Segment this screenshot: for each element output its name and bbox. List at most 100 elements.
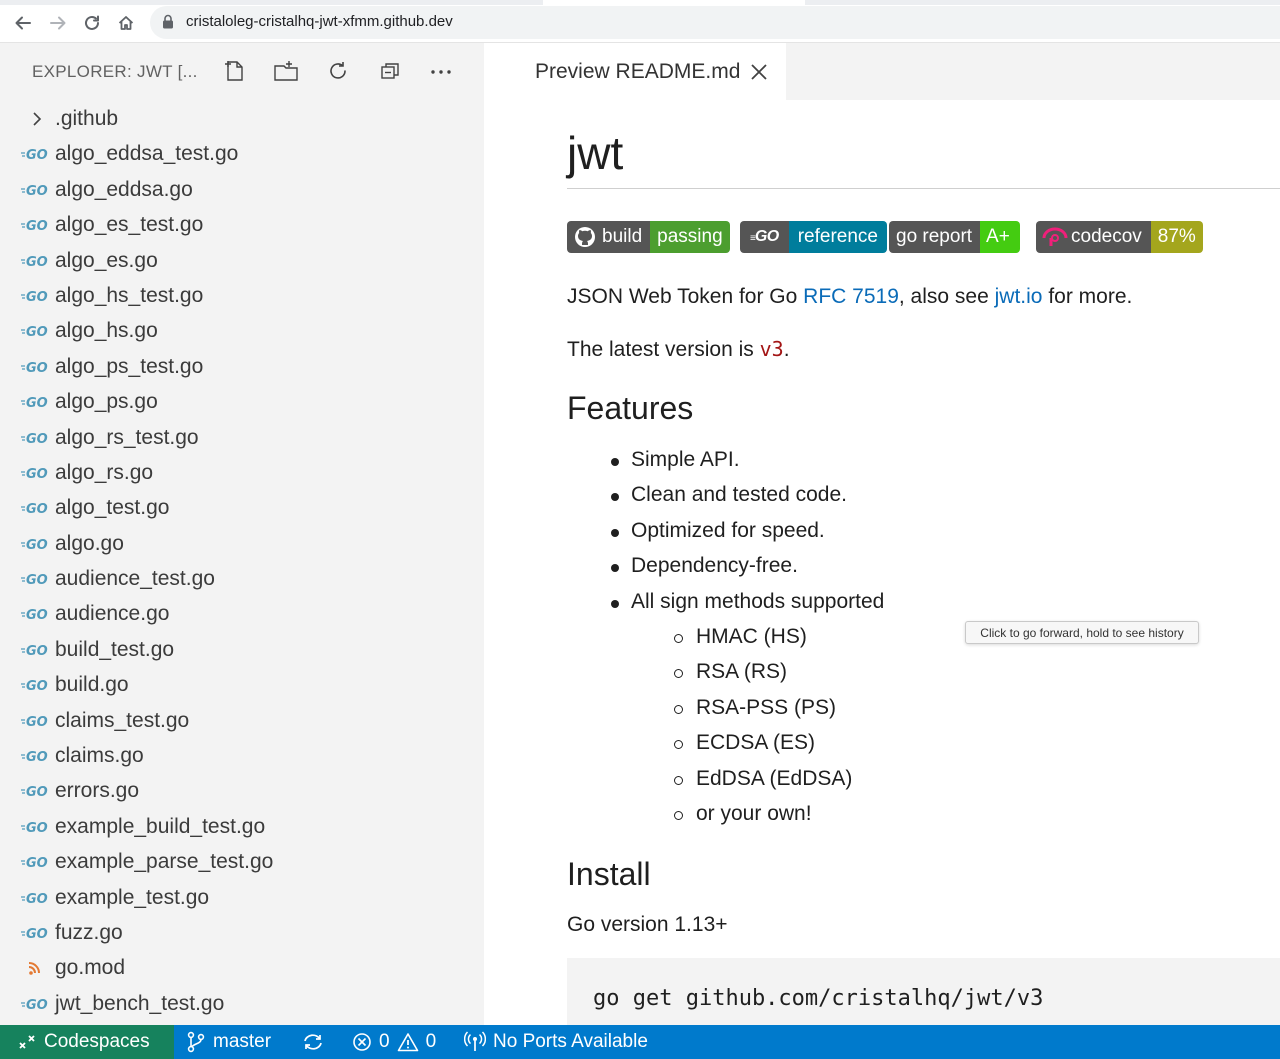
bullet-icon (611, 493, 619, 502)
svg-text:GO: GO (26, 821, 48, 836)
feature-item: Simple API. (631, 448, 740, 471)
bullet-icon (611, 458, 619, 466)
file-name[interactable]: example_test.go (55, 886, 209, 910)
file-item[interactable]: GO build_test.go (0, 632, 484, 667)
badge-label: build (602, 226, 643, 247)
file-item[interactable]: GO algo_es_test.go (0, 207, 484, 242)
file-name[interactable]: algo_hs.go (55, 319, 158, 343)
file-name[interactable]: build_test.go (55, 638, 174, 662)
more-icon[interactable] (427, 57, 455, 85)
file-item[interactable]: GO jwt_bench_test.go (0, 986, 484, 1021)
file-name[interactable]: algo_es_test.go (55, 213, 203, 237)
reload-icon[interactable] (77, 8, 107, 38)
file-item[interactable]: GO fuzz.go (0, 915, 484, 950)
sign-method-item: EdDSA (EdDSA) (696, 766, 853, 790)
file-name[interactable]: claims.go (55, 744, 144, 768)
file-name[interactable]: jwt_bench_test.go (55, 992, 224, 1016)
file-name[interactable]: go.mod (55, 956, 125, 980)
file-name[interactable]: algo_rs.go (55, 461, 153, 485)
badge-label: codecov (1071, 226, 1142, 247)
codecov-badge[interactable]: codecov 87% (1036, 221, 1203, 253)
new-folder-icon[interactable] (272, 57, 300, 85)
jwt-io-link[interactable]: jwt.io (995, 285, 1043, 308)
forward-tooltip: Click to go forward, hold to see history (965, 621, 1199, 644)
file-item[interactable]: GO example_build_test.go (0, 809, 484, 844)
new-file-icon[interactable] (221, 57, 249, 85)
svg-text:GO: GO (26, 856, 48, 871)
browser-toolbar: cristaloleg-cristalhq-jwt-xfmm.github.de… (0, 0, 1280, 43)
file-item[interactable]: GO audience_test.go (0, 561, 484, 596)
file-item[interactable]: GO build.go (0, 667, 484, 702)
file-name[interactable]: algo_hs_test.go (55, 284, 203, 308)
lock-icon[interactable] (162, 14, 174, 34)
file-item[interactable]: GO algo_ps_test.go (0, 349, 484, 384)
file-item[interactable]: GO algo_hs.go (0, 313, 484, 348)
back-icon[interactable] (8, 8, 38, 38)
file-name[interactable]: algo_test.go (55, 496, 169, 520)
file-name[interactable]: example_build_test.go (55, 815, 265, 839)
file-name[interactable]: algo_eddsa_test.go (55, 142, 238, 166)
file-name[interactable]: algo_ps_test.go (55, 355, 203, 379)
file-item[interactable]: GO algo_es.go (0, 243, 484, 278)
file-name[interactable]: audience.go (55, 602, 169, 626)
file-item[interactable]: GO audience.go (0, 596, 484, 631)
intro-text: , also see (898, 285, 995, 308)
file-name[interactable]: algo_eddsa.go (55, 178, 193, 202)
bullet-icon (611, 599, 619, 608)
file-name[interactable]: fuzz.go (55, 921, 123, 945)
file-name[interactable]: algo_es.go (55, 249, 158, 273)
tab-preview-readme[interactable]: Preview README.md (484, 43, 786, 100)
file-item[interactable]: GO algo_eddsa.go (0, 172, 484, 207)
ports-indicator[interactable]: No Ports Available (464, 1025, 648, 1059)
file-item[interactable]: GO algo_eddsa_test.go (0, 136, 484, 171)
file-name[interactable]: .github (55, 107, 118, 131)
home-icon[interactable] (111, 8, 141, 38)
sync-button[interactable] (302, 1025, 324, 1059)
file-item[interactable]: GO algo_rs_test.go (0, 420, 484, 455)
file-name[interactable]: algo_rs_test.go (55, 426, 199, 450)
file-item[interactable]: GO algo.go (0, 526, 484, 561)
file-item[interactable]: GO errors.go (0, 773, 484, 808)
badge-value: reference (788, 221, 888, 253)
build-badge[interactable]: build passing (567, 221, 730, 253)
svg-text:GO: GO (26, 927, 48, 942)
editor-tabs: Preview README.md (484, 43, 1280, 100)
file-item[interactable]: GO claims_test.go (0, 703, 484, 738)
file-name[interactable]: algo.go (55, 532, 124, 556)
collapse-all-icon[interactable] (376, 57, 404, 85)
file-item[interactable]: GO algo_rs.go (0, 455, 484, 490)
file-name[interactable]: algo_ps.go (55, 390, 158, 414)
file-name[interactable]: claims_test.go (55, 709, 189, 733)
svg-text:GO: GO (26, 644, 48, 659)
refresh-icon[interactable] (324, 57, 352, 85)
folder-item[interactable]: .github (0, 101, 484, 136)
forward-icon[interactable] (43, 8, 73, 38)
branch-indicator[interactable]: master (186, 1025, 271, 1059)
file-item[interactable]: go.mod (0, 950, 484, 985)
rfc-link[interactable]: RFC 7519 (803, 285, 899, 308)
file-name[interactable]: example_parse_test.go (55, 850, 273, 874)
tab-label[interactable]: Preview README.md (535, 60, 740, 84)
version-paragraph: The latest version is v3. (567, 337, 790, 362)
problems-indicator[interactable]: 0 0 (352, 1025, 436, 1059)
file-name[interactable]: audience_test.go (55, 567, 215, 591)
go-report-badge[interactable]: go report A+ (889, 221, 1020, 253)
editor-area: Preview README.md jwt build passing ≡GO (484, 43, 1280, 1025)
url-text[interactable]: cristaloleg-cristalhq-jwt-xfmm.github.de… (186, 13, 453, 30)
explorer-title: EXPLORER: JWT [... (32, 62, 198, 81)
go-file-icon: GO (21, 604, 51, 624)
file-name[interactable]: errors.go (55, 779, 139, 803)
file-item[interactable]: GO example_parse_test.go (0, 844, 484, 879)
file-item[interactable]: GO algo_ps.go (0, 384, 484, 419)
close-icon[interactable] (748, 61, 770, 83)
file-name[interactable]: build.go (55, 673, 129, 697)
install-code-block: go get github.com/cristalhq/jwt/v3 (567, 958, 1280, 1025)
go-reference-badge[interactable]: ≡GO reference (740, 221, 888, 253)
file-item[interactable]: GO claims.go (0, 738, 484, 773)
file-item[interactable]: GO algo_test.go (0, 490, 484, 525)
warning-icon (397, 1032, 419, 1052)
remote-indicator[interactable]: Codespaces (0, 1025, 174, 1059)
file-item[interactable]: GO algo_hs_test.go (0, 278, 484, 313)
file-item[interactable]: GO example_test.go (0, 880, 484, 915)
feature-item: Optimized for speed. (631, 518, 825, 542)
